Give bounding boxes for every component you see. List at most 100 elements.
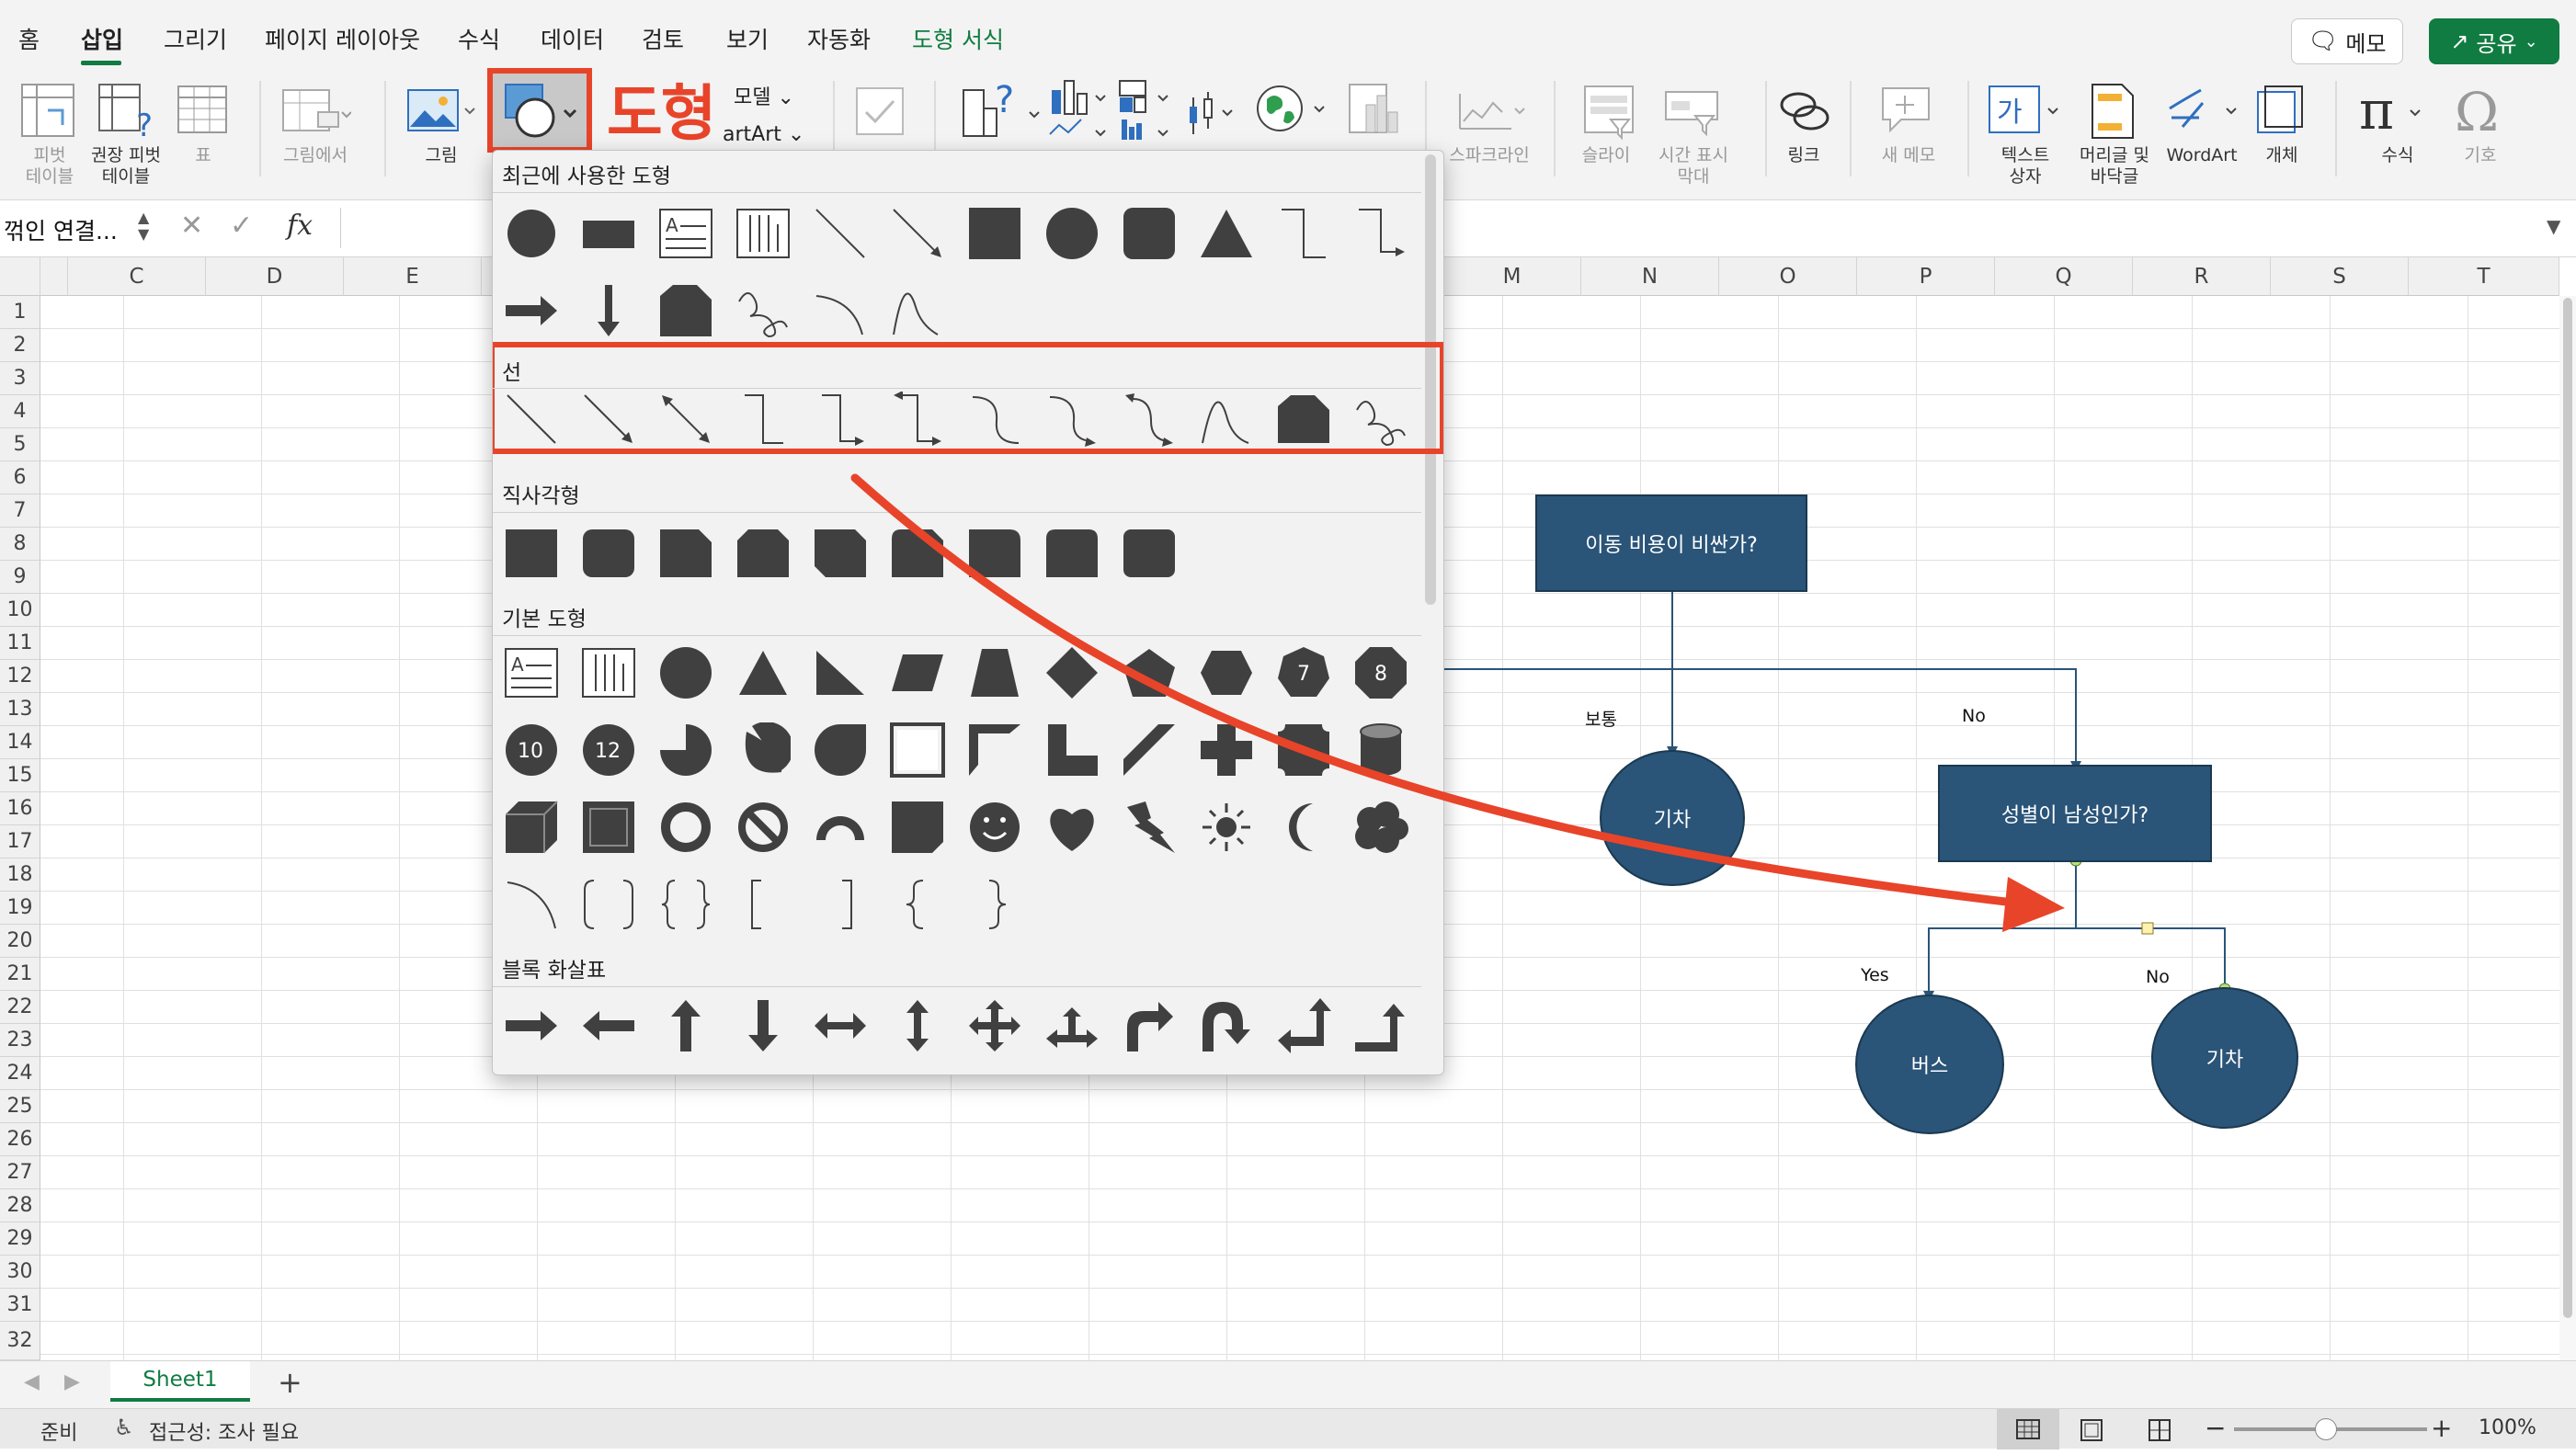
row-header[interactable]: 5 <box>0 428 40 461</box>
row-header[interactable]: 8 <box>0 528 40 561</box>
shape-snip-single-corner[interactable] <box>658 526 713 581</box>
shape-diagonal-stripe[interactable] <box>1122 722 1177 778</box>
heart-icon[interactable] <box>1044 800 1100 855</box>
tab-data[interactable]: 데이터 <box>541 22 604 55</box>
equation-icon[interactable]: π <box>2359 83 2433 138</box>
pivot-table-icon[interactable] <box>20 83 77 140</box>
shape-rectangle[interactable] <box>581 206 636 261</box>
row-header[interactable]: 13 <box>0 693 40 726</box>
shape-up-down-arrow[interactable] <box>890 998 945 1053</box>
row-header[interactable]: 9 <box>0 561 40 594</box>
shape-donut[interactable] <box>658 800 713 855</box>
shape-curved-double-arrow-connector[interactable] <box>1122 392 1177 447</box>
page-layout-view-icon[interactable] <box>2078 1418 2105 1442</box>
tab-home[interactable]: 홈 <box>18 22 40 55</box>
shape-double-arrow-line[interactable] <box>658 392 713 447</box>
shape-curve[interactable] <box>890 283 945 338</box>
shape-bent-up-arrow[interactable] <box>1353 998 1408 1053</box>
cancel-icon[interactable]: ✕ <box>180 210 203 242</box>
checkbox-icon[interactable] <box>855 86 906 138</box>
column-header[interactable]: P <box>1857 257 1995 296</box>
tab-review[interactable]: 검토 <box>642 22 684 55</box>
shape-l-shape[interactable] <box>1044 722 1100 778</box>
memo-button[interactable]: 🗨 메모 <box>2291 18 2403 64</box>
shape-scribble[interactable] <box>1353 392 1408 447</box>
shape-pentagon[interactable] <box>1122 645 1177 700</box>
row-header[interactable]: 17 <box>0 825 40 858</box>
symbol-icon[interactable]: Ω <box>2451 83 2510 138</box>
recommended-pivot-icon[interactable]: ? <box>97 83 154 140</box>
flowchart-node-train[interactable]: 기차 <box>1600 750 1745 886</box>
shape-no-symbol[interactable] <box>735 800 791 855</box>
add-sheet-button[interactable]: + <box>278 1365 302 1400</box>
pivot-chart-icon[interactable] <box>1348 81 1405 138</box>
shape-vertical-textbox[interactable] <box>581 645 636 700</box>
shape-right-arrow[interactable] <box>504 283 559 338</box>
table-icon[interactable] <box>177 85 230 138</box>
shape-oval[interactable] <box>504 206 559 261</box>
column-header[interactable]: O <box>1719 257 1857 296</box>
name-box[interactable]: 꺾인 연결... <box>4 213 118 246</box>
new-comment-icon[interactable] <box>1877 81 1936 140</box>
shape-rounded-rectangle[interactable] <box>581 526 636 581</box>
sun-icon[interactable] <box>1199 800 1254 855</box>
tab-view[interactable]: 보기 <box>726 22 769 55</box>
row-header[interactable]: 6 <box>0 461 40 494</box>
shape-elbow-connector[interactable] <box>1276 206 1331 261</box>
shape-elbow-arrow-connector[interactable] <box>813 392 868 447</box>
flowchart-decision-cost[interactable]: 이동 비용이 비싼가? <box>1535 494 1807 592</box>
zoom-out-button[interactable]: − <box>2205 1413 2226 1443</box>
shape-partial-circle[interactable] <box>658 722 713 778</box>
flowchart-node-train[interactable]: 기차 <box>2151 987 2298 1129</box>
shape-textbox[interactable]: A <box>658 206 713 261</box>
shape-can[interactable] <box>1353 722 1408 778</box>
zoom-slider-handle[interactable] <box>2315 1418 2337 1440</box>
row-header[interactable]: 24 <box>0 1057 40 1090</box>
tab-shape-format[interactable]: 도형 서식 <box>912 22 1004 55</box>
confirm-icon[interactable]: ✓ <box>230 210 253 242</box>
shape-curve[interactable] <box>1199 392 1254 447</box>
shape-cube[interactable] <box>504 800 559 855</box>
name-box-stepper[interactable]: ▲ ▼ <box>138 210 149 243</box>
shape-u-turn-arrow[interactable] <box>1199 998 1254 1053</box>
object-icon[interactable] <box>2252 83 2311 142</box>
shape-teardrop[interactable] <box>813 722 868 778</box>
shape-right-triangle[interactable] <box>813 645 868 700</box>
accessibility-status[interactable]: 접근성: 조사 필요 <box>149 1416 299 1446</box>
shape-parallelogram[interactable] <box>890 645 945 700</box>
shape-half-frame[interactable] <box>967 722 1022 778</box>
shape-up-arrow[interactable] <box>658 998 713 1053</box>
column-header[interactable]: Q <box>1995 257 2133 296</box>
row-header[interactable]: 1 <box>0 296 40 329</box>
smiley-face-icon[interactable] <box>967 800 1022 855</box>
shape-freeform[interactable] <box>1276 392 1331 447</box>
row-header[interactable]: 26 <box>0 1123 40 1156</box>
recommended-chart-icon[interactable]: ? <box>960 77 1052 142</box>
tab-formulas[interactable]: 수식 <box>458 22 500 55</box>
lightning-bolt-icon[interactable] <box>1122 800 1177 855</box>
row-header[interactable]: 23 <box>0 1024 40 1057</box>
normal-view-button[interactable] <box>1997 1409 2059 1449</box>
tab-insert[interactable]: 삽입 <box>81 22 123 55</box>
row-header[interactable]: 3 <box>0 362 40 395</box>
shape-right-arrow[interactable] <box>504 998 559 1053</box>
shape-octagon[interactable]: 8 <box>1353 645 1408 700</box>
next-sheet-icon[interactable]: ▶ <box>64 1370 80 1393</box>
shape-down-arrow[interactable] <box>735 998 791 1053</box>
column-header[interactable]: R <box>2133 257 2271 296</box>
shape-curved-connector[interactable] <box>967 392 1022 447</box>
column-header[interactable]: D <box>206 257 344 296</box>
shape-circle[interactable] <box>1044 206 1100 261</box>
shape-frame[interactable] <box>890 722 945 778</box>
shape-heptagon[interactable]: 7 <box>1276 645 1331 700</box>
shape-left-right-arrow[interactable] <box>813 998 868 1053</box>
row-header[interactable]: 14 <box>0 726 40 759</box>
shape-dodecagon[interactable]: 12 <box>581 722 636 778</box>
shape-snip-rectangle[interactable] <box>658 283 713 338</box>
shape-hexagon[interactable] <box>1199 645 1254 700</box>
shape-plaque[interactable] <box>1276 722 1331 778</box>
vertical-scrollbar[interactable] <box>2559 296 2576 1360</box>
shape-textbox[interactable]: A <box>504 645 559 700</box>
shape-round-single-corner[interactable] <box>967 526 1022 581</box>
shape-diamond[interactable] <box>1044 645 1100 700</box>
